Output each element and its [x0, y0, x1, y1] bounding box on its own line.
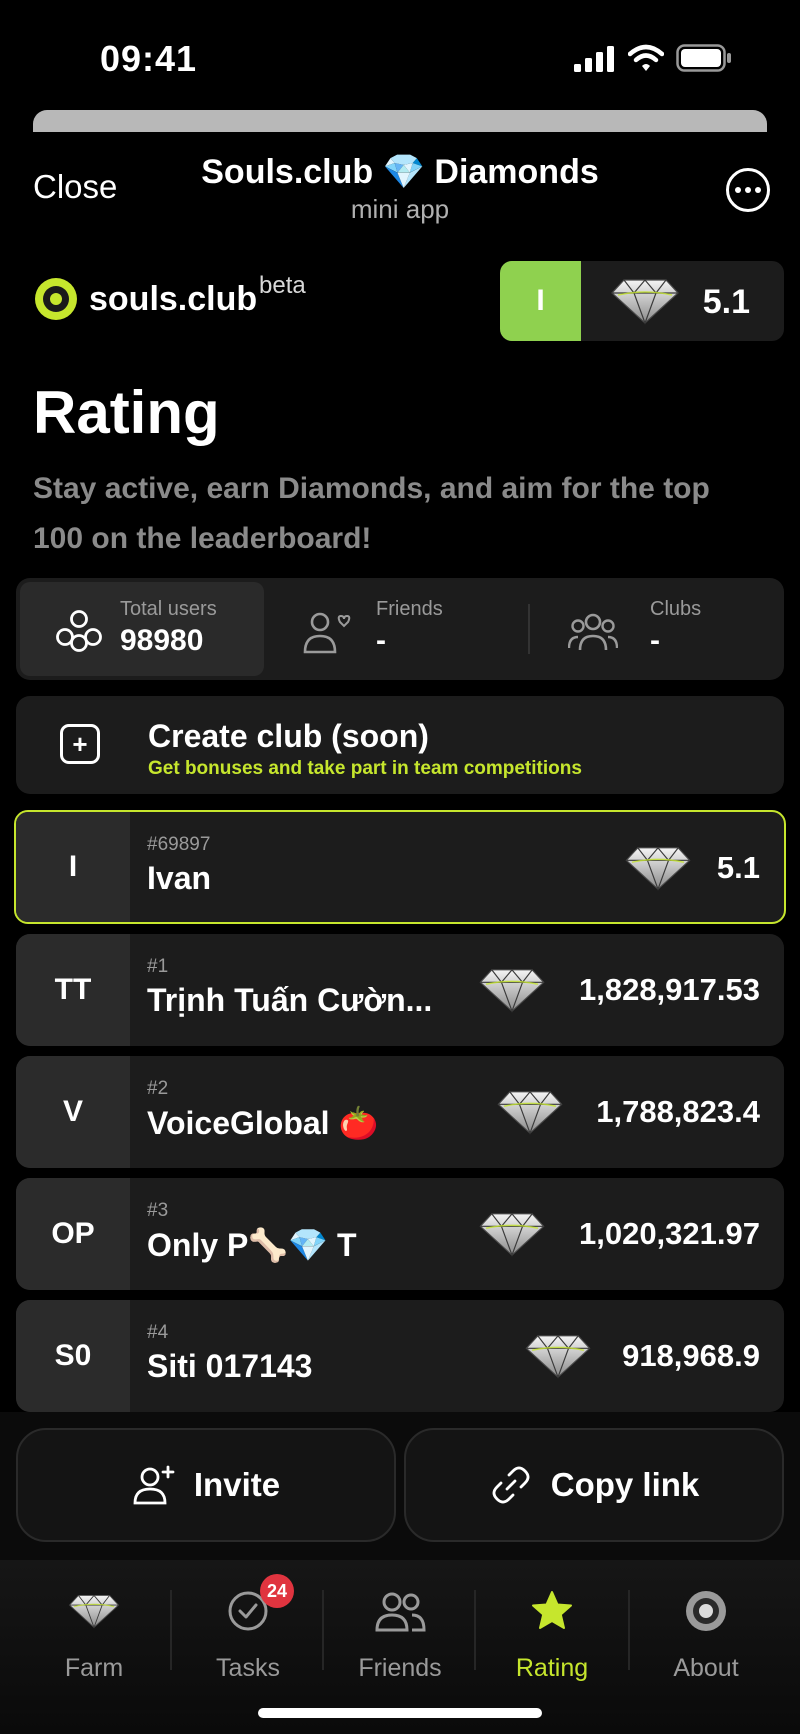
page-description: Stay active, earn Diamonds, and aim for …: [33, 472, 710, 555]
create-club-subtitle: Get bonuses and take part in team compet…: [148, 758, 582, 779]
diamond-icon: [610, 275, 680, 327]
copy-link-button[interactable]: Copy link: [404, 1428, 784, 1542]
stat-label: Clubs: [650, 598, 702, 620]
stat-value: 98980: [120, 624, 204, 657]
tab-label: Rating: [515, 1654, 589, 1682]
stats-segment: Total users 98980 Friends - Clubs -: [16, 578, 784, 680]
avatar: TT: [16, 934, 130, 1046]
diamond-icon: [496, 1088, 564, 1136]
tab-farm[interactable]: Farm: [18, 1560, 170, 1682]
stat-total-users[interactable]: Total users 98980: [20, 582, 264, 676]
diamond-icon: [524, 1332, 592, 1380]
user-name: Trịnh Tuấn Cườn...: [147, 982, 433, 1018]
tab-label: Friends: [358, 1654, 442, 1682]
tab-label: About: [673, 1654, 739, 1682]
friend-heart-icon: [303, 612, 351, 654]
clubs-icon: [568, 613, 618, 651]
page-title: Rating: [33, 379, 220, 446]
beta-tag: beta: [259, 272, 306, 299]
tab-label: Farm: [64, 1654, 124, 1682]
user-name: Ivan: [147, 860, 212, 896]
wifi-icon: [628, 44, 664, 71]
rank-position: #4: [147, 1322, 169, 1343]
tab-tasks[interactable]: 24 Tasks: [172, 1560, 324, 1682]
stat-value: -: [650, 624, 660, 657]
diamond-icon: [478, 966, 546, 1014]
stat-value: -: [376, 624, 386, 657]
avatar: I: [500, 261, 581, 341]
tab-friends[interactable]: Friends: [324, 1560, 476, 1682]
tab-rating[interactable]: Rating: [476, 1560, 628, 1682]
plus-square-icon: +: [60, 724, 100, 764]
tasks-badge: 24: [260, 1574, 294, 1608]
create-club-title: Create club (soon): [148, 718, 429, 754]
home-indicator: [258, 1708, 542, 1718]
star-icon: [532, 1591, 572, 1629]
avatar: OP: [16, 1178, 130, 1290]
brand: souls.club beta: [35, 272, 306, 320]
add-user-icon: [133, 1465, 175, 1505]
copy-link-label: Copy link: [550, 1466, 700, 1503]
avatar: S0: [16, 1300, 130, 1412]
stat-label: Total users: [120, 598, 217, 620]
battery-icon: [676, 44, 731, 72]
app-header: Close Souls.club 💎 Diamonds mini app: [0, 132, 800, 232]
souls-logo-icon: [35, 278, 77, 320]
signal-icon: [574, 46, 614, 72]
rank-position: #69897: [147, 834, 211, 855]
invite-label: Invite: [193, 1466, 281, 1503]
leaderboard-row[interactable]: TT #1 Trịnh Tuấn Cườn... 1,828,917.53: [16, 934, 784, 1046]
more-options-button[interactable]: [726, 168, 770, 212]
brand-name: souls.club: [89, 279, 258, 318]
leaderboard-row[interactable]: OP #3 Only P🦴💎 T 1,020,321.97: [16, 1178, 784, 1290]
leaderboard-row[interactable]: V #2 VoiceGlobal 🍅 1,788,823.4: [16, 1056, 784, 1168]
user-name: Only P🦴💎 T: [147, 1227, 357, 1263]
tab-about[interactable]: About: [630, 1560, 782, 1682]
rank-position: #2: [147, 1078, 169, 1099]
app-title: Souls.club 💎 Diamonds: [201, 153, 599, 191]
avatar: V: [16, 1056, 130, 1168]
current-user-row[interactable]: I #69897 Ivan 5.1: [14, 810, 786, 924]
stat-friends[interactable]: Friends -: [270, 582, 516, 676]
avatar: I: [16, 812, 130, 922]
diamond-icon: [624, 844, 692, 892]
user-score: 1,020,321.97: [578, 1216, 760, 1251]
stat-clubs[interactable]: Clubs -: [540, 582, 780, 676]
user-name: Siti 017143: [147, 1348, 313, 1384]
user-score: 5.1: [716, 850, 760, 885]
tab-label: Tasks: [216, 1654, 280, 1682]
create-club-card[interactable]: + Create club (soon) Get bonuses and tak…: [16, 696, 784, 794]
user-score: 1,788,823.4: [596, 1094, 760, 1129]
user-name: VoiceGlobal 🍅: [147, 1105, 379, 1141]
sheet-handle: [33, 110, 767, 132]
balance-widget[interactable]: I 5.1: [500, 261, 784, 341]
users-group-icon: [56, 610, 102, 652]
stat-label: Friends: [376, 598, 443, 620]
user-score: 918,968.9: [622, 1338, 760, 1373]
rank-position: #1: [147, 956, 169, 977]
status-bar: 09:41: [0, 0, 800, 110]
balance-value: 5.1: [702, 283, 750, 321]
app-subtitle: mini app: [350, 194, 450, 224]
invite-button[interactable]: Invite: [16, 1428, 396, 1542]
diamond-icon: [68, 1590, 120, 1632]
status-time: 09:41: [100, 38, 198, 79]
link-icon: [492, 1466, 530, 1504]
about-icon: [686, 1591, 726, 1631]
diamond-icon: [478, 1210, 546, 1258]
friends-icon: [375, 1592, 426, 1632]
divider: [528, 604, 530, 654]
user-score: 1,828,917.53: [578, 972, 760, 1007]
rank-position: #3: [147, 1200, 169, 1221]
leaderboard-row[interactable]: S0 #4 Siti 017143 918,968.9: [16, 1300, 784, 1412]
